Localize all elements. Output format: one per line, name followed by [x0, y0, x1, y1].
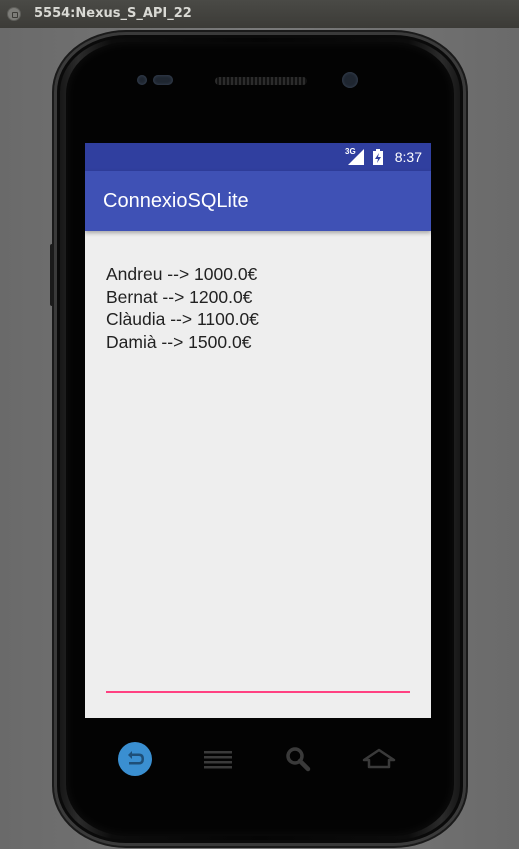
window-close-icon[interactable] — [7, 7, 21, 21]
app-bar: ConnexioSQLite — [85, 171, 431, 231]
status-bar: 3G 8:37 — [85, 143, 431, 171]
window-title-bar: 5554:Nexus_S_API_22 — [0, 0, 519, 29]
battery-icon — [373, 149, 383, 165]
result-line: Bernat --> 1200.0€ — [106, 286, 253, 307]
window-title: 5554:Nexus_S_API_22 — [34, 6, 192, 21]
status-time: 8:37 — [394, 149, 422, 165]
signal-icon — [348, 149, 364, 165]
sensor-icon — [153, 75, 173, 85]
back-icon[interactable] — [117, 741, 153, 777]
device-screen: 3G 8:37 ConnexioSQLite Andreu --> 1000.0… — [85, 143, 431, 718]
front-camera-icon — [342, 72, 358, 88]
results-text: Andreu --> 1000.0€ Bernat --> 1200.0€ Cl… — [106, 263, 259, 353]
search-icon[interactable] — [280, 741, 316, 777]
result-line: Andreu --> 1000.0€ — [106, 264, 258, 284]
home-icon[interactable] — [361, 741, 397, 777]
result-line: Damià --> 1500.0€ — [106, 331, 252, 352]
text-input-field[interactable] — [106, 691, 410, 693]
result-line: Clàudia --> 1100.0€ — [106, 309, 259, 329]
app-title: ConnexioSQLite — [103, 190, 249, 212]
sensor-icon — [137, 75, 147, 85]
menu-icon[interactable] — [200, 741, 236, 777]
earpiece-speaker — [215, 77, 307, 85]
